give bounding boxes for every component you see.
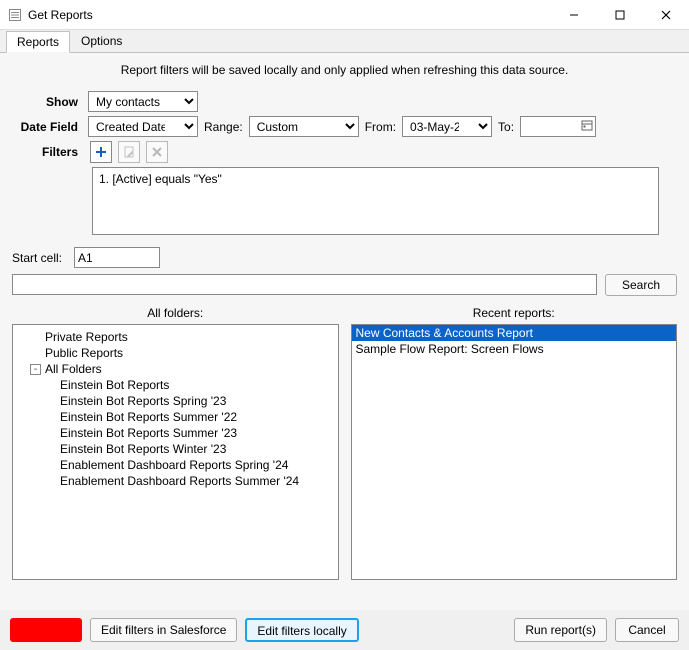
tree-node[interactable]: Einstein Bot Reports Winter '23	[15, 441, 336, 457]
tab-strip: Reports Options	[0, 30, 689, 52]
tab-options[interactable]: Options	[70, 30, 133, 52]
tree-node[interactable]: Einstein Bot Reports	[15, 377, 336, 393]
from-label: From:	[365, 120, 396, 134]
recent-reports-header: Recent reports:	[351, 304, 678, 324]
tree-node-label: Einstein Bot Reports Summer '22	[60, 410, 237, 424]
tree-node-label: Einstein Bot Reports Summer '23	[60, 426, 237, 440]
maximize-button[interactable]	[597, 0, 643, 30]
tree-node-label: Einstein Bot Reports	[60, 378, 169, 392]
edit-filters-salesforce-button[interactable]: Edit filters in Salesforce	[90, 618, 237, 642]
hint-text: Report filters will be saved locally and…	[12, 59, 677, 87]
start-cell-label: Start cell:	[12, 251, 68, 265]
bottom-bar: Delete Edit filters in Salesforce Edit f…	[0, 610, 689, 650]
search-button[interactable]: Search	[605, 274, 677, 296]
add-filter-button[interactable]	[90, 141, 112, 163]
tree-node-label: Enablement Dashboard Reports Summer '24	[60, 474, 299, 488]
delete-button[interactable]: Delete	[10, 618, 82, 642]
filters-label: Filters	[12, 145, 82, 159]
date-field-select[interactable]: Created Date	[88, 116, 198, 137]
range-label: Range:	[204, 120, 243, 134]
tree-node-label: Public Reports	[45, 346, 123, 360]
show-label: Show	[12, 95, 82, 109]
tab-reports[interactable]: Reports	[6, 31, 70, 53]
reports-panel: Report filters will be saved locally and…	[0, 52, 689, 620]
to-label: To:	[498, 120, 514, 134]
range-select[interactable]: Custom	[249, 116, 359, 137]
calendar-icon[interactable]	[581, 119, 593, 134]
tree-node[interactable]: Einstein Bot Reports Summer '22	[15, 409, 336, 425]
tree-toggle-icon[interactable]: -	[30, 364, 41, 375]
date-field-label: Date Field	[12, 120, 82, 134]
filter-item[interactable]: 1. [Active] equals "Yes"	[99, 172, 652, 186]
search-input[interactable]	[12, 274, 597, 295]
window-title: Get Reports	[28, 8, 93, 22]
tree-node-label: Private Reports	[45, 330, 128, 344]
list-item[interactable]: New Contacts & Accounts Report	[352, 325, 677, 341]
all-folders-header: All folders:	[12, 304, 339, 324]
tree-node[interactable]: Enablement Dashboard Reports Spring '24	[15, 457, 336, 473]
tree-node[interactable]: Einstein Bot Reports Summer '23	[15, 425, 336, 441]
run-report-button[interactable]: Run report(s)	[514, 618, 607, 642]
tree-node[interactable]: Private Reports	[15, 329, 336, 345]
edit-filter-button[interactable]	[118, 141, 140, 163]
tree-node[interactable]: Enablement Dashboard Reports Summer '24	[15, 473, 336, 489]
show-select[interactable]: My contacts	[88, 91, 198, 112]
folders-tree[interactable]: Private Reports Public Reports-All Folder…	[12, 324, 339, 580]
close-button[interactable]	[643, 0, 689, 30]
tree-node-label: All Folders	[45, 362, 102, 376]
title-bar: Get Reports	[0, 0, 689, 30]
edit-filters-locally-button[interactable]: Edit filters locally	[245, 618, 358, 642]
tree-node[interactable]: Public Reports	[15, 345, 336, 361]
list-item[interactable]: Sample Flow Report: Screen Flows	[352, 341, 677, 357]
tree-node-label: Enablement Dashboard Reports Spring '24	[60, 458, 288, 472]
tree-node-label: Einstein Bot Reports Spring '23	[60, 394, 226, 408]
minimize-button[interactable]	[551, 0, 597, 30]
cancel-button[interactable]: Cancel	[615, 618, 679, 642]
tree-node-label: Einstein Bot Reports Winter '23	[60, 442, 226, 456]
tree-node[interactable]: -All Folders	[15, 361, 336, 377]
delete-filter-button[interactable]	[146, 141, 168, 163]
tree-node[interactable]: Einstein Bot Reports Spring '23	[15, 393, 336, 409]
filters-list[interactable]: 1. [Active] equals "Yes"	[92, 167, 659, 235]
start-cell-input[interactable]	[74, 247, 160, 268]
recent-reports-list[interactable]: New Contacts & Accounts ReportSample Flo…	[351, 324, 678, 580]
app-icon	[8, 8, 22, 22]
from-date-picker[interactable]: 03-May-24	[402, 116, 492, 137]
